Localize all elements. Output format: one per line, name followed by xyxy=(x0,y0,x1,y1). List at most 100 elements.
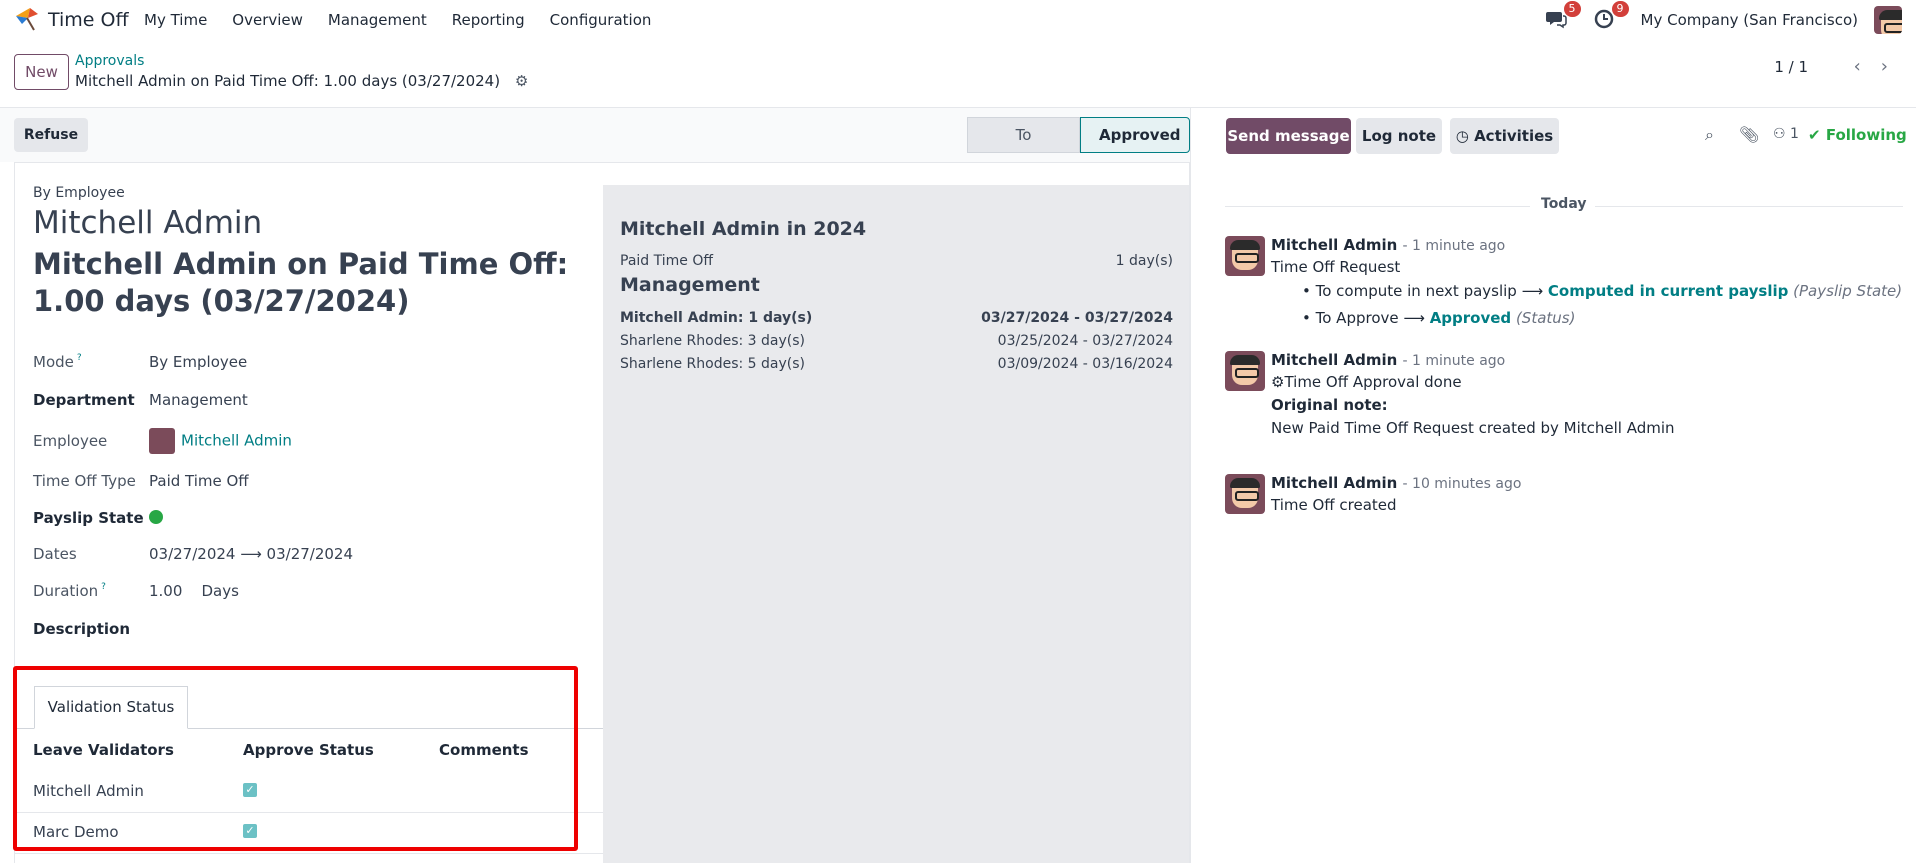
pager-previous-icon[interactable]: ‹ xyxy=(1854,56,1861,77)
message-body: Time Off created xyxy=(1271,496,1397,514)
arrow-right-icon: ⟶ xyxy=(240,545,262,563)
summary-row-dates: 03/27/2024 - 03/27/2024 xyxy=(981,310,1173,326)
messages-badge: 5 xyxy=(1563,1,1581,17)
time-off-app-logo[interactable] xyxy=(14,6,40,32)
table-row[interactable]: Mitchell Admin ✓ xyxy=(14,772,603,813)
message-body: ⚙Time Off Approval done xyxy=(1271,373,1462,391)
tracking-new-value: Approved xyxy=(1429,309,1512,327)
allocation-value: 1 day(s) xyxy=(1115,253,1173,269)
summary-row: Mitchell Admin: 1 day(s) 03/27/2024 - 03/… xyxy=(620,310,1173,326)
breadcrumb-current-label: Mitchell Admin on Paid Time Off: 1.00 da… xyxy=(75,72,501,90)
new-button[interactable]: New xyxy=(14,54,69,90)
field-dates[interactable]: 03/27/2024 ⟶ 03/27/2024 xyxy=(149,545,353,563)
message-author[interactable]: Mitchell Admin xyxy=(1271,351,1397,369)
author-avatar[interactable] xyxy=(1225,474,1265,514)
message-author[interactable]: Mitchell Admin xyxy=(1271,474,1397,492)
menu-my-time[interactable]: My Time xyxy=(144,11,207,29)
table-row[interactable]: Marc Demo ✓ xyxy=(14,813,603,854)
log-note-button[interactable]: Log note xyxy=(1356,118,1442,154)
employee-link[interactable]: Mitchell Admin xyxy=(181,432,292,450)
chat-icon xyxy=(1545,12,1567,29)
menu-management[interactable]: Management xyxy=(328,11,427,29)
messaging-menu[interactable]: 5 xyxy=(1545,1,1581,32)
col-approve-status: Approve Status xyxy=(243,741,374,759)
field-label-mode: Mode? xyxy=(33,353,82,371)
following-label: Following xyxy=(1825,126,1907,144)
chatter-message: Mitchell Admin - 1 minute ago ⚙Time Off … xyxy=(1225,351,1905,451)
avatar-face-icon xyxy=(1230,240,1260,270)
field-department[interactable]: Management xyxy=(149,391,248,409)
arrow-right-icon: ⟶ xyxy=(1521,282,1544,300)
author-avatar[interactable] xyxy=(1225,236,1265,276)
pager-next-icon[interactable]: › xyxy=(1881,56,1888,77)
summary-row-name: Mitchell Admin: 1 day(s) xyxy=(620,310,813,326)
payslip-state-indicator xyxy=(149,510,163,524)
refuse-button[interactable]: Refuse xyxy=(14,118,88,152)
field-type[interactable]: Paid Time Off xyxy=(149,472,249,490)
search-icon[interactable]: ⌕ xyxy=(1705,125,1714,145)
tracking-old-value: To Approve xyxy=(1315,309,1399,327)
summary-row-name: Sharlene Rhodes: 5 day(s) xyxy=(620,356,805,372)
field-label-dates: Dates xyxy=(33,545,77,563)
author-avatar[interactable] xyxy=(1225,351,1265,391)
date-from[interactable]: 03/27/2024 xyxy=(149,545,235,563)
following-button[interactable]: ✔ Following xyxy=(1808,126,1907,144)
company-switcher[interactable]: My Company (San Francisco) xyxy=(1641,11,1858,29)
summary-dept-heading: Management xyxy=(620,274,760,296)
control-panel: New Approvals Mitchell Admin on Paid Tim… xyxy=(0,40,1916,108)
time-off-summary-panel: Mitchell Admin in 2024 Paid Time Off 1 da… xyxy=(603,185,1189,863)
spinner-icon: ⚙ xyxy=(1271,373,1285,391)
message-text: Time Off Approval done xyxy=(1284,373,1462,391)
message-time: - 1 minute ago xyxy=(1402,238,1506,254)
message-header: Mitchell Admin - 1 minute ago xyxy=(1271,236,1505,254)
summary-row-dates: 03/25/2024 - 03/27/2024 xyxy=(997,333,1173,349)
notebook-tabs: Validation Status xyxy=(14,686,603,729)
pager-value[interactable]: 1 / 1 xyxy=(1774,58,1808,76)
stage-to-approve[interactable]: To Approve xyxy=(967,117,1080,178)
separator-line xyxy=(1595,206,1903,207)
help-icon[interactable]: ? xyxy=(77,353,82,363)
tracking-field: (Payslip State) xyxy=(1793,282,1903,300)
send-message-button[interactable]: Send message xyxy=(1226,118,1351,154)
mode-label-text: Mode xyxy=(33,353,74,371)
menu-overview[interactable]: Overview xyxy=(232,11,303,29)
clock-icon: ◷ xyxy=(1455,127,1469,145)
followers-button[interactable]: ⚇ 1 xyxy=(1773,126,1799,142)
summary-row-dates: 03/09/2024 - 03/16/2024 xyxy=(997,356,1173,372)
help-icon[interactable]: ? xyxy=(101,582,106,592)
date-to[interactable]: 03/27/2024 xyxy=(267,545,353,563)
avatar-face-icon xyxy=(1879,10,1902,34)
activity-menu[interactable]: 9 xyxy=(1593,1,1629,32)
systray: 5 9 My Company (San Francisco) xyxy=(1545,0,1916,40)
gear-icon[interactable]: ⚙ xyxy=(515,72,528,90)
menu-configuration[interactable]: Configuration xyxy=(550,11,652,29)
field-employee[interactable]: Mitchell Admin xyxy=(149,428,292,454)
breadcrumb-current: Mitchell Admin on Paid Time Off: 1.00 da… xyxy=(75,72,528,90)
summary-row-name: Sharlene Rhodes: 3 day(s) xyxy=(620,333,805,349)
arrow-right-icon: ⟶ xyxy=(1403,309,1425,327)
message-author[interactable]: Mitchell Admin xyxy=(1271,236,1397,254)
duration-value[interactable]: 1.00 xyxy=(149,582,182,600)
activities-badge: 9 xyxy=(1611,1,1629,17)
breadcrumb-approvals[interactable]: Approvals xyxy=(75,53,144,69)
summary-allocation: Paid Time Off 1 day(s) xyxy=(620,253,1173,269)
approved-checkbox[interactable]: ✓ xyxy=(243,824,257,838)
followers-count: 1 xyxy=(1790,126,1799,142)
stage-approved[interactable]: Approved xyxy=(1080,117,1190,153)
field-mode[interactable]: By Employee xyxy=(149,353,247,371)
menu-reporting[interactable]: Reporting xyxy=(452,11,525,29)
tab-validation-status[interactable]: Validation Status xyxy=(34,686,188,729)
tracking-field: (Status) xyxy=(1515,309,1576,327)
top-navbar: Time Off My Time Overview Management Rep… xyxy=(0,0,1916,40)
summary-heading: Mitchell Admin in 2024 xyxy=(620,218,867,240)
approved-checkbox[interactable]: ✓ xyxy=(243,783,257,797)
field-duration[interactable]: 1.00 Days xyxy=(149,582,239,600)
activities-button[interactable]: ◷ Activities xyxy=(1450,118,1559,154)
employee-name: Mitchell Admin xyxy=(33,205,263,241)
payslip-state-dot[interactable] xyxy=(149,510,163,528)
user-avatar[interactable] xyxy=(1874,6,1902,34)
pager-arrows: ‹ › xyxy=(1854,56,1888,77)
chatter-message: Mitchell Admin - 1 minute ago Time Off R… xyxy=(1225,236,1905,336)
app-name[interactable]: Time Off xyxy=(48,9,129,31)
paperclip-icon[interactable]: 📎︎ xyxy=(1739,125,1759,144)
